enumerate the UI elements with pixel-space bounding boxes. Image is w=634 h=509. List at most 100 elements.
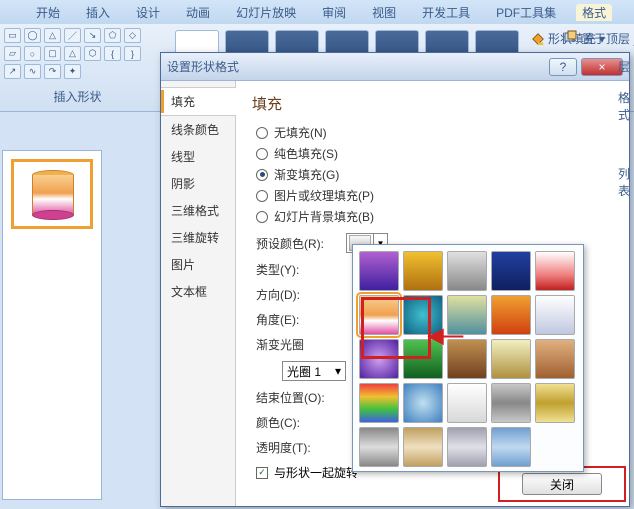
preset-swatch[interactable]	[359, 295, 399, 335]
chevron-down-icon: ▾	[335, 364, 341, 378]
type-label: 类型(Y):	[256, 261, 338, 278]
shape-icon[interactable]: ∿	[24, 64, 41, 79]
nav-fill[interactable]: 填充	[161, 87, 235, 116]
radio-label: 无填充(N)	[274, 124, 327, 141]
shape-icon[interactable]: ◯	[24, 28, 41, 43]
dialog-nav: 填充 线条颜色 线型 阴影 三维格式 三维旋转 图片 文本框	[161, 81, 236, 506]
preset-swatch[interactable]	[359, 251, 399, 291]
close-icon: ×	[598, 60, 605, 74]
preset-swatch[interactable]	[359, 383, 399, 423]
radio-slide-bg-fill[interactable]: 幻灯片背景填充(B)	[256, 208, 613, 225]
tab-anim[interactable]: 动画	[180, 4, 216, 21]
preset-swatch[interactable]	[491, 339, 531, 379]
nav-3d-format[interactable]: 三维格式	[161, 197, 235, 224]
preset-swatch[interactable]	[491, 383, 531, 423]
preset-swatch[interactable]	[447, 251, 487, 291]
radio-solid-fill[interactable]: 纯色填充(S)	[256, 145, 613, 162]
radio-gradient-fill[interactable]: 渐变填充(G)	[256, 166, 613, 183]
nav-textbox[interactable]: 文本框	[161, 278, 235, 305]
shape-icon[interactable]: ◇	[124, 28, 141, 43]
close-label: 关闭	[550, 476, 574, 493]
tab-view[interactable]: 视图	[366, 4, 402, 21]
preset-swatch[interactable]	[535, 295, 575, 335]
slide-thumbnail[interactable]	[11, 159, 93, 229]
preset-swatch[interactable]	[447, 383, 487, 423]
preset-swatch[interactable]	[491, 295, 531, 335]
shape-icon[interactable]: ／	[64, 28, 81, 43]
preset-label: 预设颜色(R):	[256, 235, 338, 252]
shape-icon[interactable]: ⬡	[84, 46, 101, 61]
shape-icon[interactable]: ▱	[4, 46, 21, 61]
shape-icon[interactable]: ↷	[44, 64, 61, 79]
radio-icon	[256, 169, 268, 181]
checkbox-label: 与形状一起旋转	[274, 464, 358, 481]
radio-label: 图片或纹理填充(P)	[274, 187, 374, 204]
dialog-titlebar[interactable]: 设置形状格式 ? ×	[161, 53, 629, 81]
stops-label: 渐变光圈	[256, 336, 304, 353]
preset-swatch[interactable]	[491, 251, 531, 291]
radio-label: 纯色填充(S)	[274, 145, 338, 162]
stop-value: 光圈 1	[287, 363, 321, 380]
nav-picture[interactable]: 图片	[161, 251, 235, 278]
shape-icon[interactable]: △	[44, 28, 61, 43]
close-button[interactable]: 关闭	[522, 473, 602, 495]
preset-swatch[interactable]	[535, 383, 575, 423]
cylinder-shape-icon	[32, 170, 74, 220]
stop-combo[interactable]: 光圈 1 ▾	[282, 361, 346, 381]
radio-no-fill[interactable]: 无填充(N)	[256, 124, 613, 141]
tab-insert[interactable]: 插入	[80, 4, 116, 21]
shape-icon[interactable]: ↗	[4, 64, 21, 79]
tab-slideshow[interactable]: 幻灯片放映	[230, 4, 302, 21]
shape-icon[interactable]: △	[64, 46, 81, 61]
radio-picture-fill[interactable]: 图片或纹理填充(P)	[256, 187, 613, 204]
right-edge-text: 层格式列表	[614, 58, 634, 199]
preset-swatch[interactable]	[491, 427, 531, 467]
bring-to-front-button[interactable]: 置于顶层	[564, 30, 630, 47]
tab-home[interactable]: 开始	[30, 4, 66, 21]
transparency-label: 透明度(T):	[256, 439, 338, 456]
layers-icon	[564, 30, 578, 47]
preset-swatch[interactable]	[535, 339, 575, 379]
dialog-title: 设置形状格式	[167, 58, 545, 75]
shape-icon[interactable]: ○	[24, 46, 41, 61]
radio-icon	[256, 127, 268, 139]
ribbon-tabs: 开始 插入 设计 动画 幻灯片放映 审阅 视图 开发工具 PDF工具集 格式	[0, 0, 634, 24]
shape-icon[interactable]: ▢	[44, 46, 61, 61]
preset-swatch[interactable]	[359, 339, 399, 379]
shapes-group-label: 插入形状	[4, 88, 151, 105]
preset-grid	[359, 251, 577, 467]
shape-icon[interactable]: ▭	[4, 28, 21, 43]
nav-3d-rotation[interactable]: 三维旋转	[161, 224, 235, 251]
preset-swatch[interactable]	[403, 251, 443, 291]
color-label: 颜色(C):	[256, 414, 338, 431]
nav-shadow[interactable]: 阴影	[161, 170, 235, 197]
slides-panel[interactable]	[2, 150, 102, 500]
stop-pos-label: 结束位置(O):	[256, 389, 338, 406]
shape-icon[interactable]: ⬠	[104, 28, 121, 43]
help-button[interactable]: ?	[549, 58, 577, 76]
nav-line-color[interactable]: 线条颜色	[161, 116, 235, 143]
preset-swatch[interactable]	[403, 427, 443, 467]
shape-icon[interactable]: ↘	[84, 28, 101, 43]
paint-bucket-icon	[531, 32, 545, 46]
tab-pdf[interactable]: PDF工具集	[490, 4, 562, 21]
shape-icon[interactable]: {	[104, 46, 121, 61]
shape-icon[interactable]: }	[124, 46, 141, 61]
radio-label: 渐变填充(G)	[274, 166, 339, 183]
section-title: 填充	[252, 93, 613, 114]
shape-icon[interactable]: ✦	[64, 64, 81, 79]
preset-swatch[interactable]	[447, 427, 487, 467]
radio-icon	[256, 190, 268, 202]
preset-swatch[interactable]	[359, 427, 399, 467]
tab-dev[interactable]: 开发工具	[416, 4, 476, 21]
shapes-gallery[interactable]: ▭ ◯ △ ／ ↘ ⬠ ◇ ▱ ○ ▢ △ ⬡ { } ↗ ∿ ↷ ✦ 插入形状	[0, 24, 155, 111]
help-icon: ?	[560, 60, 567, 74]
arrow-left-icon: ◀—	[428, 323, 463, 348]
preset-swatch[interactable]	[403, 383, 443, 423]
nav-line-style[interactable]: 线型	[161, 143, 235, 170]
radio-label: 幻灯片背景填充(B)	[274, 208, 374, 225]
tab-format[interactable]: 格式	[576, 4, 612, 21]
tab-review[interactable]: 审阅	[316, 4, 352, 21]
preset-swatch[interactable]	[535, 251, 575, 291]
tab-design[interactable]: 设计	[130, 4, 166, 21]
